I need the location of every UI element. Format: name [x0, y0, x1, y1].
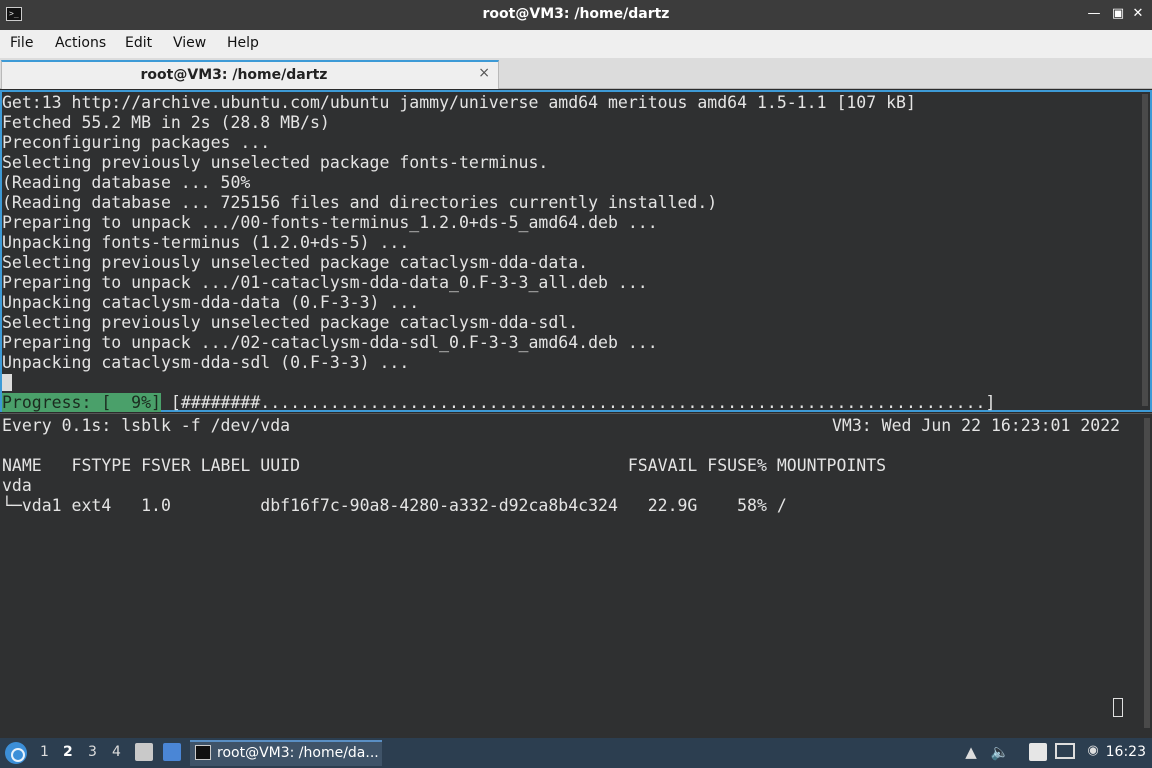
terminal-line: Get:13 http://archive.ubuntu.com/ubuntu … — [2, 93, 916, 112]
file-manager-icon[interactable] — [135, 743, 153, 761]
terminal-line: Preparing to unpack .../01-cataclysm-dda… — [2, 273, 648, 292]
minimize-button[interactable]: — — [1085, 5, 1103, 23]
clock[interactable]: 16:23 — [1106, 744, 1146, 760]
terminal-line: Selecting previously unselected package … — [2, 253, 589, 272]
task-button-terminal[interactable]: root@VM3: /home/da... — [190, 740, 382, 766]
terminal-cursor — [1113, 698, 1123, 717]
scrollbar[interactable] — [1142, 94, 1148, 406]
notification-icon[interactable]: ◉ — [1084, 743, 1102, 763]
menu-file[interactable]: File — [10, 35, 33, 51]
maximize-button[interactable]: ▣ — [1109, 5, 1127, 23]
terminal-line: Fetched 55.2 MB in 2s (28.8 MB/s) — [2, 113, 330, 132]
start-menu-icon[interactable] — [5, 742, 27, 764]
terminal-line: Preparing to unpack .../00-fonts-terminu… — [2, 213, 658, 232]
terminal-pane-bottom[interactable]: Every 0.1s: lsblk -f /dev/vda VM3: Wed J… — [0, 413, 1152, 738]
scrollbar[interactable] — [1144, 418, 1150, 728]
terminal-line: Preconfiguring packages ... — [2, 133, 271, 152]
clipboard-icon[interactable] — [1029, 743, 1047, 761]
table-header: NAME FSTYPE FSVER LABEL UUID FSAVAIL FSU… — [2, 456, 887, 475]
terminal-icon — [195, 745, 211, 760]
progress-line: Progress: [ 9%] [########...............… — [2, 393, 995, 413]
tab-bar: root@VM3: /home/dartz × — [0, 58, 1152, 89]
terminal-line: (Reading database ... 50% — [2, 173, 251, 192]
workspace-4[interactable]: 4 — [112, 744, 121, 760]
progress-bar: [########...............................… — [160, 393, 996, 412]
terminal-line: Preparing to unpack .../02-cataclysm-dda… — [2, 333, 658, 352]
terminal-line: Unpacking fonts-terminus (1.2.0+ds-5) ..… — [2, 233, 410, 252]
workspace-3[interactable]: 3 — [88, 744, 97, 760]
watch-status: VM3: Wed Jun 22 16:23:01 2022 — [832, 416, 1121, 435]
table-row: vda — [2, 476, 32, 495]
menu-edit[interactable]: Edit — [125, 35, 152, 51]
terminal-pane-top[interactable]: Get:13 http://archive.ubuntu.com/ubuntu … — [0, 90, 1152, 412]
table-row: └─vda1 ext4 1.0 dbf16f7c-90a8-4280-a332-… — [2, 496, 787, 515]
terminal-line: Selecting previously unselected package … — [2, 313, 579, 332]
menu-actions[interactable]: Actions — [55, 35, 106, 51]
menu-help[interactable]: Help — [227, 35, 259, 51]
watch-header: Every 0.1s: lsblk -f /dev/vda — [2, 416, 291, 435]
tab-terminal[interactable]: root@VM3: /home/dartz × — [1, 60, 499, 89]
tray-up-icon[interactable]: ▲ — [962, 743, 980, 763]
tab-close-icon[interactable]: × — [478, 65, 490, 81]
terminal-line: Unpacking cataclysm-dda-sdl (0.F-3-3) ..… — [2, 353, 410, 372]
terminal-line: Selecting previously unselected package … — [2, 153, 549, 172]
workspace-1[interactable]: 1 — [40, 744, 49, 760]
window-title-bar: >_ root@VM3: /home/dartz — ▣ ✕ — [0, 0, 1152, 30]
terminal-cursor — [2, 374, 12, 391]
progress-label: Progress: [ 9%] — [2, 393, 161, 412]
volume-icon[interactable]: 🔈 — [990, 743, 1010, 763]
window-title: root@VM3: /home/dartz — [482, 6, 670, 22]
close-button[interactable]: ✕ — [1129, 5, 1147, 23]
task-label: root@VM3: /home/da... — [217, 745, 379, 761]
workspace-2[interactable]: 2 — [63, 744, 73, 760]
taskbar: 1 2 3 4 root@VM3: /home/da... ▲ 🔈 ◉ 16:2… — [0, 738, 1152, 768]
menu-bar: File Actions Edit View Help — [0, 30, 1152, 58]
tab-label: root@VM3: /home/dartz — [140, 67, 328, 83]
terminal-line: Unpacking cataclysm-dda-data (0.F-3-3) .… — [2, 293, 420, 312]
show-desktop-icon[interactable] — [163, 743, 181, 761]
network-icon[interactable] — [1055, 743, 1075, 759]
menu-view[interactable]: View — [173, 35, 206, 51]
terminal-line: (Reading database ... 725156 files and d… — [2, 193, 718, 212]
